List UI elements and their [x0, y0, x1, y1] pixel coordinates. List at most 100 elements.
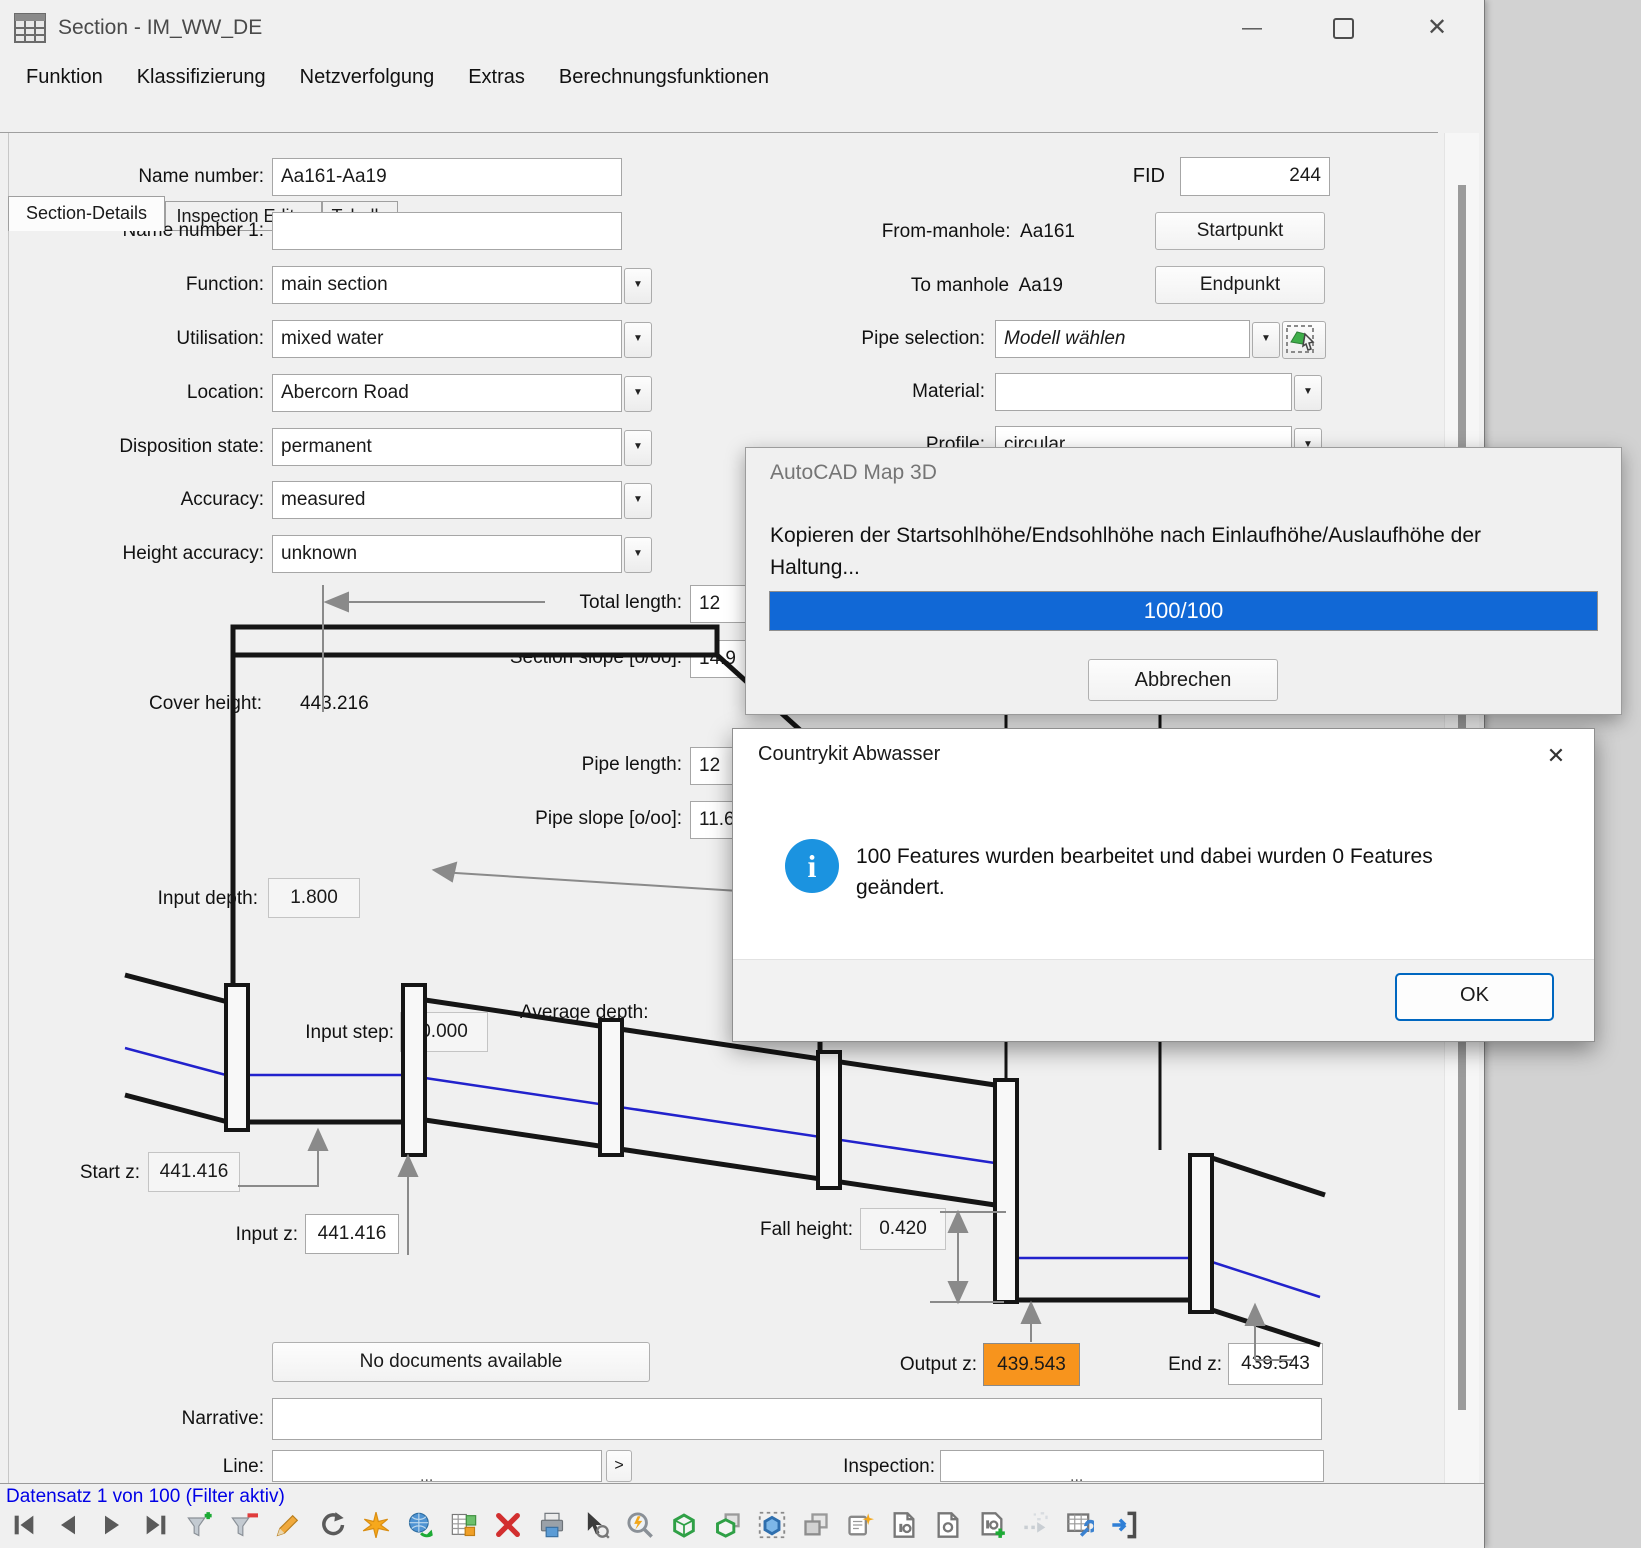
pipe-selection-select[interactable]: Modell wählen — [995, 320, 1250, 358]
globe-sync-button[interactable] — [404, 1512, 435, 1543]
progress-dialog-title: AutoCAD Map 3D — [770, 461, 937, 484]
material-select[interactable] — [995, 373, 1292, 411]
accuracy-dropdown-button[interactable]: ▼ — [624, 483, 652, 519]
endpunkt-button[interactable]: Endpunkt — [1155, 266, 1325, 304]
nav-next-button[interactable] — [96, 1512, 127, 1543]
output-z-box[interactable]: 439.543 — [983, 1343, 1080, 1386]
polygon-select-button[interactable] — [756, 1511, 787, 1544]
nav-last-button[interactable] — [140, 1512, 171, 1543]
chevron-down-icon: ▼ — [633, 333, 643, 344]
copy-gray-button[interactable] — [800, 1512, 831, 1543]
doc-add-button[interactable] — [976, 1512, 1007, 1543]
chevron-down-icon: ▼ — [1303, 386, 1313, 397]
tab-strip: Section-Details Inspection Editor Tabell… — [0, 98, 1484, 231]
polygon-select-icon — [758, 1511, 786, 1544]
nav-first-button[interactable] — [8, 1512, 39, 1543]
progress-dialog-message: Kopieren der Startsohlhöhe/Endsohlhöhe n… — [770, 524, 1482, 579]
material-label: Material: — [912, 381, 985, 402]
abbrechen-button[interactable]: Abbrechen — [1088, 659, 1278, 701]
record-status: Datensatz 1 von 100 (Filter aktiv) — [6, 1486, 285, 1507]
name-number-label: Name number: — [138, 166, 264, 187]
menu-funktion[interactable]: Funktion — [12, 62, 117, 93]
polygon-copy-icon — [714, 1511, 742, 1544]
menubar: Funktion Klassifizierung Netzverfolgung … — [0, 56, 1484, 98]
print-button[interactable] — [536, 1512, 567, 1543]
function-select[interactable]: main section — [272, 266, 622, 304]
input-depth-box[interactable]: 1.800 — [268, 878, 360, 918]
height-accuracy-dropdown-button[interactable]: ▼ — [624, 537, 652, 573]
tab-section-details[interactable]: Section-Details — [8, 196, 165, 231]
globe-sync-icon — [406, 1511, 434, 1544]
doc-photo-button[interactable] — [888, 1512, 919, 1543]
section-slope-label: Section slope [o/oo]: — [509, 647, 682, 668]
zoom-flash-button[interactable] — [624, 1512, 655, 1543]
disposition-select[interactable]: permanent — [272, 428, 622, 466]
zoom-flash-icon — [626, 1511, 654, 1544]
doc-view-button[interactable] — [932, 1512, 963, 1543]
edit-pencil-button[interactable] — [272, 1512, 303, 1543]
titlebar[interactable]: Section - IM_WW_DE — ✕ — [0, 0, 1484, 56]
maximize-button[interactable] — [1321, 8, 1365, 48]
polygon-copy-button[interactable] — [712, 1512, 743, 1543]
function-label: Function: — [185, 274, 264, 295]
menu-berechnungsfunktionen[interactable]: Berechnungsfunktionen — [545, 62, 783, 93]
table-export-button[interactable] — [448, 1512, 479, 1543]
minimize-button[interactable]: — — [1230, 8, 1274, 48]
filter-remove-icon — [230, 1511, 258, 1544]
pipe-selection-dropdown-button[interactable]: ▼ — [1252, 322, 1280, 358]
fid-field[interactable]: 244 — [1180, 157, 1330, 196]
select-inspect-button[interactable] — [580, 1512, 611, 1543]
end-z-box[interactable]: 439.543 — [1228, 1343, 1323, 1385]
input-z-box[interactable]: 441.416 — [305, 1214, 399, 1254]
menu-klassifizierung[interactable]: Klassifizierung — [123, 62, 280, 93]
pipe-selection-pick-button[interactable] — [1282, 321, 1326, 359]
flash-new-icon — [362, 1511, 390, 1544]
refresh-button[interactable] — [316, 1512, 347, 1543]
info-icon: i — [785, 839, 839, 893]
flash-new-button[interactable] — [360, 1512, 391, 1543]
narrative-input[interactable] — [272, 1398, 1322, 1440]
menu-extras[interactable]: Extras — [454, 62, 539, 93]
utilisation-select[interactable]: mixed water — [272, 320, 622, 358]
exit-button[interactable] — [1108, 1511, 1139, 1543]
documents-button[interactable]: No documents available — [272, 1342, 650, 1382]
ok-button[interactable]: OK — [1395, 973, 1554, 1021]
input-step-box[interactable]: 0.000 — [400, 1012, 488, 1052]
inspection-input[interactable] — [940, 1450, 1324, 1482]
filter-add-button[interactable] — [184, 1512, 215, 1543]
utilisation-dropdown-button[interactable]: ▼ — [624, 322, 652, 358]
material-dropdown-button[interactable]: ▼ — [1294, 375, 1322, 411]
copy-gray-icon — [802, 1511, 830, 1544]
total-length-label: Total length: — [579, 592, 682, 613]
filter-remove-button[interactable] — [228, 1512, 259, 1543]
message-dialog-close-button[interactable]: ✕ — [1538, 739, 1574, 773]
narrative-label: Narrative: — [181, 1408, 264, 1429]
line-more-button[interactable]: > — [606, 1450, 632, 1482]
fall-height-box[interactable]: 0.420 — [860, 1208, 946, 1250]
name-number1-input[interactable] — [272, 212, 622, 250]
close-button[interactable]: ✕ — [1415, 8, 1459, 48]
location-dropdown-button[interactable]: ▼ — [624, 376, 652, 412]
start-z-box[interactable]: 441.416 — [148, 1152, 240, 1192]
disposition-dropdown-button[interactable]: ▼ — [624, 430, 652, 466]
function-dropdown-button[interactable]: ▼ — [624, 268, 652, 304]
table-tools-button[interactable] — [1064, 1512, 1097, 1543]
startpunkt-button[interactable]: Startpunkt — [1155, 212, 1325, 250]
location-select[interactable]: Abercorn Road — [272, 374, 622, 412]
section-window: Section - IM_WW_DE — ✕ Funktion Klassifi… — [0, 0, 1622, 1548]
note-new-button[interactable] — [844, 1512, 875, 1543]
table-export-icon — [450, 1511, 478, 1544]
nav-prev-button[interactable] — [52, 1512, 83, 1543]
delete-button[interactable] — [492, 1512, 523, 1543]
chevron-down-icon: ▼ — [1261, 333, 1271, 344]
height-accuracy-select[interactable]: unknown — [272, 535, 622, 573]
refresh-icon — [318, 1511, 346, 1544]
move-disabled-button[interactable] — [1020, 1512, 1051, 1543]
menu-netzverfolgung[interactable]: Netzverfolgung — [286, 62, 449, 93]
doc-add-icon — [978, 1511, 1006, 1544]
fall-height-label: Fall height: — [760, 1219, 853, 1240]
polygon-button[interactable] — [668, 1512, 699, 1543]
accuracy-select[interactable]: measured — [272, 481, 622, 519]
location-label: Location: — [186, 382, 264, 403]
name-number-input[interactable]: Aa161-Aa19 — [272, 158, 622, 196]
